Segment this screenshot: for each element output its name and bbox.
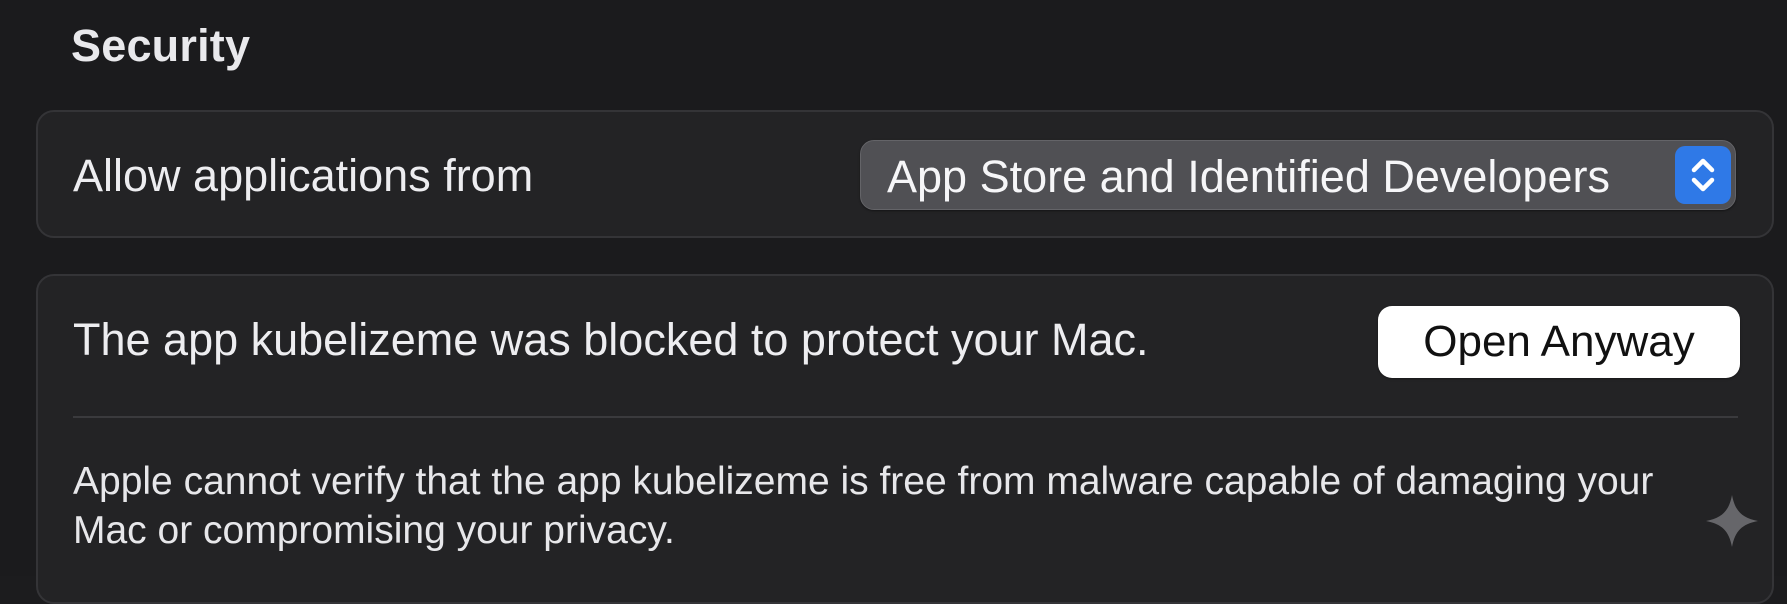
blocked-app-card: The app kubelizeme was blocked to protec…: [36, 274, 1774, 604]
allow-applications-popup[interactable]: App Store and Identified Developers: [860, 140, 1736, 210]
sparkle-icon: [1704, 493, 1760, 549]
blocked-app-message: The app kubelizeme was blocked to protec…: [73, 314, 1149, 365]
up-down-chevron-icon[interactable]: [1675, 146, 1731, 204]
allow-applications-selected-value: App Store and Identified Developers: [887, 151, 1610, 202]
section-title: Security: [71, 20, 251, 71]
blocked-app-description: Apple cannot verify that the app kubeliz…: [73, 460, 1654, 552]
open-anyway-button[interactable]: Open Anyway: [1378, 306, 1740, 378]
allow-applications-card: Allow applications from App Store and Id…: [36, 110, 1774, 238]
security-settings-page: Security Allow applications from App Sto…: [0, 0, 1787, 604]
card-divider: [73, 416, 1738, 418]
allow-applications-label: Allow applications from: [73, 150, 534, 201]
